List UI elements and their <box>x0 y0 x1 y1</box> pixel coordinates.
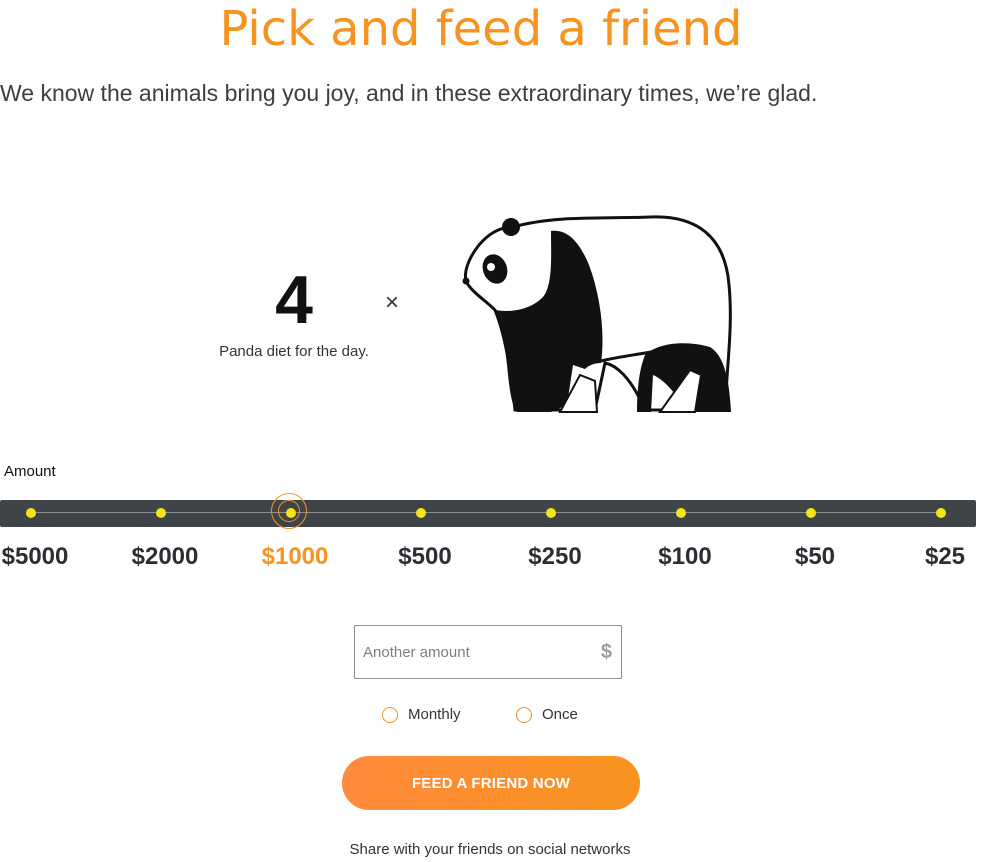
page-title: Pick and feed a friend <box>219 1 743 57</box>
radio-once-label: Once <box>542 706 578 723</box>
radio-monthly[interactable]: Monthly <box>382 703 472 727</box>
amount-option[interactable]: $5000 <box>0 541 90 573</box>
amount-option[interactable]: $100 <box>630 541 740 573</box>
amount-label: Amount <box>4 463 56 480</box>
slider-stop[interactable] <box>546 508 556 518</box>
slider-stop[interactable] <box>156 508 166 518</box>
dollar-icon: $ <box>600 641 612 663</box>
other-amount-field[interactable]: $ <box>354 625 622 679</box>
amount-slider[interactable] <box>0 493 976 529</box>
slider-stop[interactable] <box>676 508 686 518</box>
radio-monthly-label: Monthly <box>408 706 461 723</box>
amount-option[interactable]: $50 <box>760 541 870 573</box>
radio-circle-icon[interactable] <box>382 707 398 723</box>
amount-option[interactable]: $1000 <box>240 541 350 573</box>
slider-stop[interactable] <box>936 508 946 518</box>
slider-stop[interactable] <box>26 508 36 518</box>
meal-count: 4 <box>275 262 313 338</box>
page-subtitle: We know the animals bring you joy, and i… <box>0 80 818 106</box>
radio-circle-icon[interactable] <box>516 707 532 723</box>
amount-option[interactable]: $250 <box>500 541 610 573</box>
slider-line <box>31 512 941 513</box>
feed-a-friend-button[interactable]: FEED A FRIEND NOW <box>342 756 640 810</box>
diet-label: Panda diet for the day. <box>219 343 369 360</box>
panda-icon <box>462 215 732 413</box>
slider-stop[interactable] <box>416 508 426 518</box>
other-amount-input[interactable] <box>355 626 585 678</box>
slider-stop[interactable] <box>271 493 307 529</box>
radio-once[interactable]: Once <box>516 703 586 727</box>
amount-option[interactable]: $25 <box>890 541 991 573</box>
share-text: Share with your friends on social networ… <box>349 841 631 858</box>
multiply-sign: × <box>384 289 399 316</box>
slider-stop[interactable] <box>806 508 816 518</box>
amount-option[interactable]: $2000 <box>110 541 220 573</box>
amount-option[interactable]: $500 <box>370 541 480 573</box>
